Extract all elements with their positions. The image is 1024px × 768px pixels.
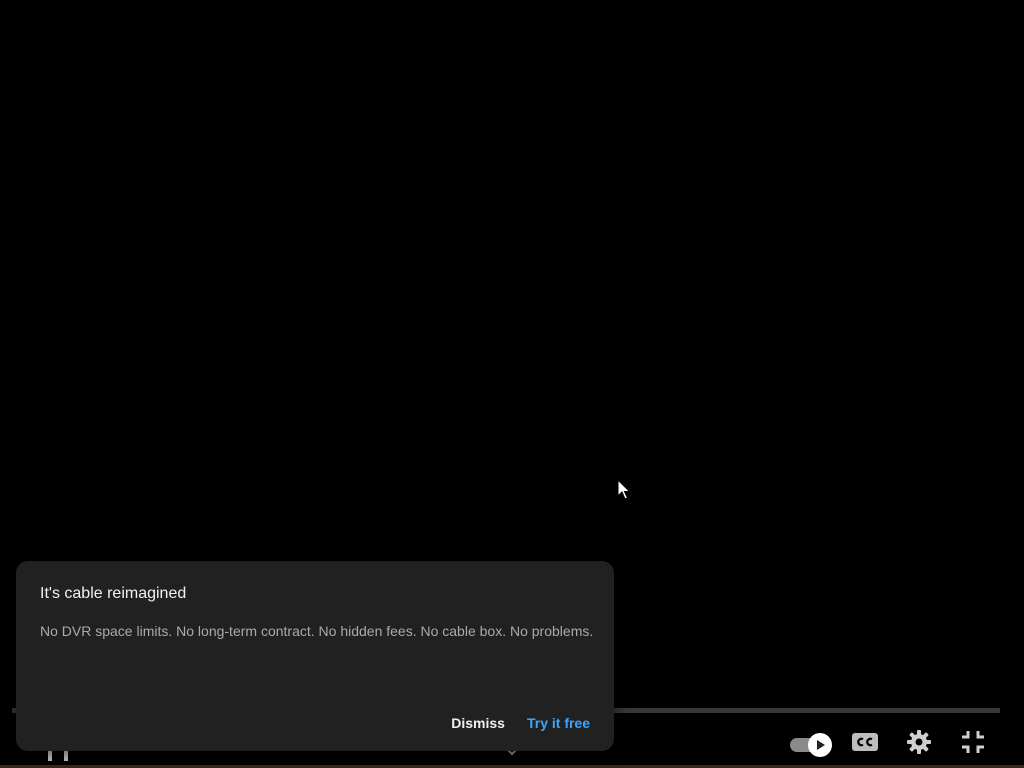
- exit-fullscreen-icon[interactable]: [956, 726, 990, 758]
- closed-captions-icon[interactable]: [848, 726, 882, 758]
- promo-title: It's cable reimagined: [40, 585, 187, 602]
- video-player[interactable]: It's cable reimagined No DVR space limit…: [0, 0, 1024, 768]
- mouse-cursor-icon: [617, 478, 631, 501]
- promo-actions: Dismiss Try it free: [451, 713, 590, 733]
- promo-dialog: It's cable reimagined No DVR space limit…: [16, 561, 614, 751]
- promo-body: No DVR space limits. No long-term contra…: [40, 623, 594, 639]
- autoplay-toggle[interactable]: [786, 726, 834, 758]
- dismiss-button[interactable]: Dismiss: [451, 713, 505, 733]
- settings-gear-icon[interactable]: [902, 726, 936, 758]
- autoplay-play-icon: [808, 733, 832, 757]
- try-it-free-button[interactable]: Try it free: [527, 713, 590, 733]
